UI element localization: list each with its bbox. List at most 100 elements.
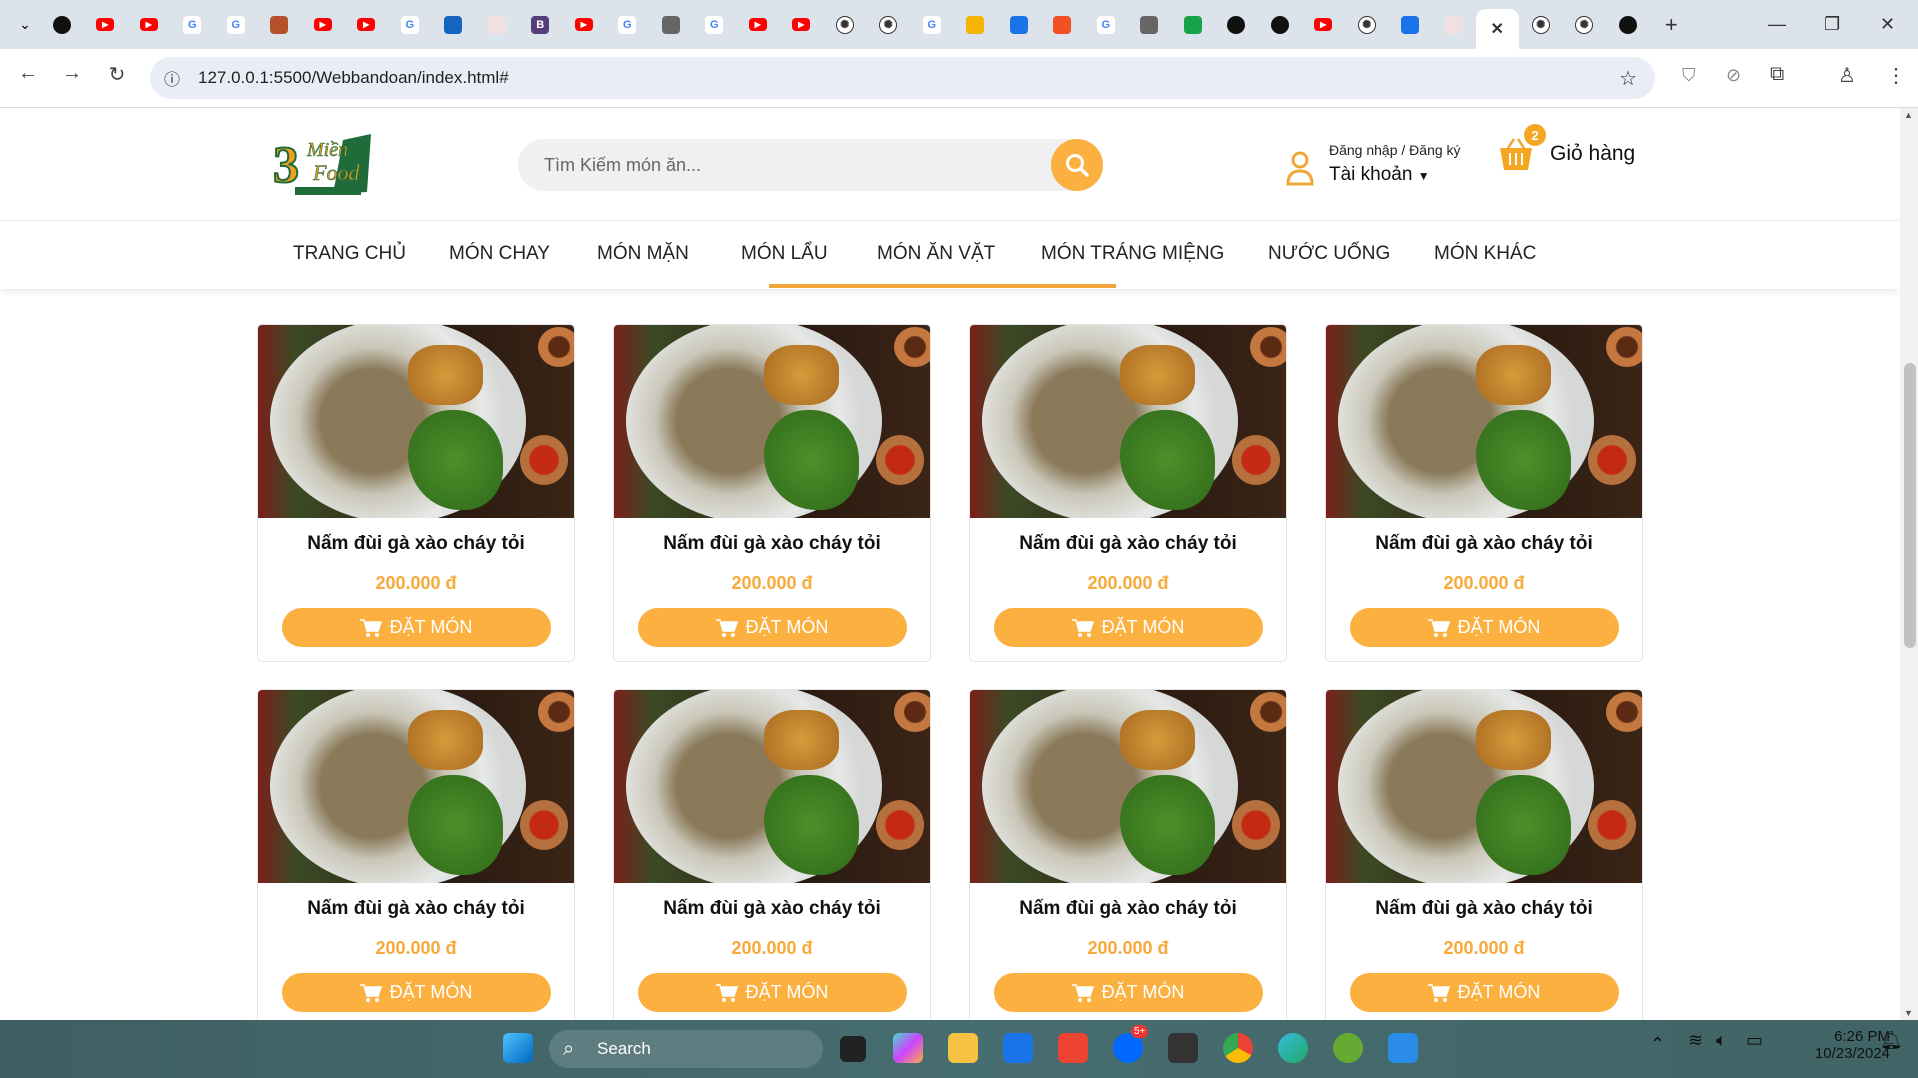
restore-button[interactable]: ❐ xyxy=(1824,0,1840,49)
volume-icon[interactable]: 🔈︎ xyxy=(1716,1030,1727,1051)
browser-tab[interactable] xyxy=(475,0,519,49)
search-button[interactable] xyxy=(1051,139,1103,191)
menu-icon[interactable]: ⋮ xyxy=(1886,63,1906,88)
browser-tab[interactable]: ▶ xyxy=(84,0,128,49)
nav-mon-chay[interactable]: MÓN CHAY xyxy=(449,243,550,265)
product-name[interactable]: Nấm đùi gà xào cháy tỏi xyxy=(970,898,1286,920)
edge-icon[interactable] xyxy=(1278,1033,1308,1063)
product-image[interactable] xyxy=(1326,325,1642,518)
show-hidden-icons[interactable]: ⌃ xyxy=(1650,1034,1665,1055)
app-icon[interactable] xyxy=(1333,1033,1363,1063)
browser-tab[interactable] xyxy=(258,0,302,49)
browser-tab[interactable]: G xyxy=(214,0,258,49)
browser-tab[interactable]: ▶ xyxy=(301,0,345,49)
product-name[interactable]: Nấm đùi gà xào cháy tỏi xyxy=(1326,898,1642,920)
login-register-link[interactable]: Đăng nhập / Đăng ký xyxy=(1329,142,1461,158)
account-label[interactable]: Tài khoản xyxy=(1329,164,1412,185)
product-name[interactable]: Nấm đùi gà xào cháy tỏi xyxy=(258,898,574,920)
browser-tab[interactable]: G xyxy=(388,0,432,49)
product-image[interactable] xyxy=(970,325,1286,518)
product-image[interactable] xyxy=(614,690,930,883)
profile-icon[interactable]: ♙ xyxy=(1838,63,1856,88)
browser-tab[interactable]: G xyxy=(693,0,737,49)
browser-tab[interactable]: ✕ xyxy=(1475,9,1519,49)
store-icon[interactable] xyxy=(1003,1033,1033,1063)
browser-tab[interactable] xyxy=(1389,0,1433,49)
wifi-icon[interactable]: ≋ xyxy=(1688,1030,1703,1051)
shield-extension-icon[interactable]: ⛉ xyxy=(1682,65,1696,86)
order-button[interactable]: ĐẶT MÓN xyxy=(993,973,1263,1012)
product-name[interactable]: Nấm đùi gà xào cháy tỏi xyxy=(970,533,1286,555)
browser-tab[interactable]: ✺ xyxy=(1345,0,1389,49)
browser-tab[interactable]: ✺ xyxy=(867,0,911,49)
back-button[interactable]: ← xyxy=(12,62,44,85)
order-button[interactable]: ĐẶT MÓN xyxy=(637,608,907,647)
nav-mon-an-vat[interactable]: MÓN ĂN VẶT xyxy=(877,243,995,265)
bookmark-star-icon[interactable]: ☆ xyxy=(1619,66,1637,91)
browser-tab[interactable]: G xyxy=(910,0,954,49)
product-image[interactable] xyxy=(970,690,1286,883)
order-button[interactable]: ĐẶT MÓN xyxy=(281,608,551,647)
wps-icon[interactable] xyxy=(1058,1033,1088,1063)
browser-tab[interactable] xyxy=(1258,0,1302,49)
browser-tab[interactable] xyxy=(1171,0,1215,49)
nav-mon-khac[interactable]: MÓN KHÁC xyxy=(1434,243,1536,265)
product-image[interactable] xyxy=(258,690,574,883)
order-button[interactable]: ĐẶT MÓN xyxy=(281,973,551,1012)
browser-tab[interactable]: G xyxy=(1084,0,1128,49)
product-image[interactable] xyxy=(258,325,574,518)
browser-tab[interactable]: ▶ xyxy=(345,0,389,49)
page-scrollbar[interactable]: ▲ ▼ xyxy=(1900,108,1918,1020)
chrome-icon[interactable] xyxy=(1223,1033,1253,1063)
nav-mon-man[interactable]: MÓN MẶN xyxy=(597,243,689,265)
product-name[interactable]: Nấm đùi gà xào cháy tỏi xyxy=(258,533,574,555)
order-button[interactable]: ĐẶT MÓN xyxy=(637,973,907,1012)
task-view-icon[interactable] xyxy=(840,1036,866,1062)
browser-tab[interactable]: ✺ xyxy=(1563,0,1607,49)
scrollbar-thumb[interactable] xyxy=(1904,363,1916,648)
minimize-button[interactable]: — xyxy=(1768,0,1786,49)
product-image[interactable] xyxy=(614,325,930,518)
search-input[interactable]: Tìm Kiếm món ăn... xyxy=(518,139,1103,191)
product-image[interactable] xyxy=(1326,690,1642,883)
clock[interactable]: 6:26 PM 10/23/2024 xyxy=(1788,1028,1890,1062)
reload-button[interactable]: ↻ xyxy=(101,62,133,87)
new-tab-button[interactable]: + xyxy=(1650,0,1694,49)
file-explorer-icon[interactable] xyxy=(948,1033,978,1063)
nav-mon-trang-mieng[interactable]: MÓN TRÁNG MIỆNG xyxy=(1041,243,1224,265)
notifications-icon[interactable]: 🔔︎ xyxy=(1880,1030,1903,1051)
browser-tab[interactable] xyxy=(954,0,998,49)
browser-tab[interactable] xyxy=(432,0,476,49)
vscode-icon[interactable] xyxy=(1388,1033,1418,1063)
browser-tab[interactable]: G xyxy=(171,0,215,49)
browser-tab[interactable] xyxy=(997,0,1041,49)
site-logo[interactable]: 3 Miền Food xyxy=(272,132,376,197)
browser-tab[interactable]: ▶ xyxy=(736,0,780,49)
browser-tab[interactable]: ▶ xyxy=(562,0,606,49)
product-name[interactable]: Nấm đùi gà xào cháy tỏi xyxy=(1326,533,1642,555)
browser-tab[interactable] xyxy=(1215,0,1259,49)
browser-tab[interactable] xyxy=(1606,0,1650,49)
forward-button[interactable]: → xyxy=(56,62,88,85)
site-info-icon[interactable]: ⓘ xyxy=(164,66,180,90)
browser-tab[interactable]: ✺ xyxy=(1519,0,1563,49)
browser-tab[interactable]: ▶ xyxy=(780,0,824,49)
close-window-button[interactable]: ✕ xyxy=(1880,0,1895,49)
product-name[interactable]: Nấm đùi gà xào cháy tỏi xyxy=(614,898,930,920)
order-button[interactable]: ĐẶT MÓN xyxy=(1349,608,1619,647)
order-button[interactable]: ĐẶT MÓN xyxy=(1349,973,1619,1012)
browser-tab[interactable] xyxy=(1432,0,1476,49)
browser-tab[interactable]: ✺ xyxy=(823,0,867,49)
start-button[interactable] xyxy=(503,1033,533,1063)
taskbar-search[interactable]: ⌕ Search xyxy=(549,1030,823,1068)
browser-tab[interactable] xyxy=(649,0,693,49)
url-input[interactable]: ⓘ 127.0.0.1:5500/Webbandoan/index.html# … xyxy=(150,57,1655,99)
tab-search-button[interactable]: ⌄ xyxy=(10,0,40,49)
battery-icon[interactable]: ▭ xyxy=(1746,1030,1763,1051)
calendar-app-icon[interactable] xyxy=(1168,1033,1198,1063)
product-name[interactable]: Nấm đùi gà xào cháy tỏi xyxy=(614,533,930,555)
nav-mon-lau[interactable]: MÓN LẨU xyxy=(741,243,828,265)
browser-tab[interactable]: B xyxy=(519,0,563,49)
copilot-icon[interactable] xyxy=(893,1033,923,1063)
zalo-icon[interactable]: 5+ xyxy=(1113,1025,1149,1063)
